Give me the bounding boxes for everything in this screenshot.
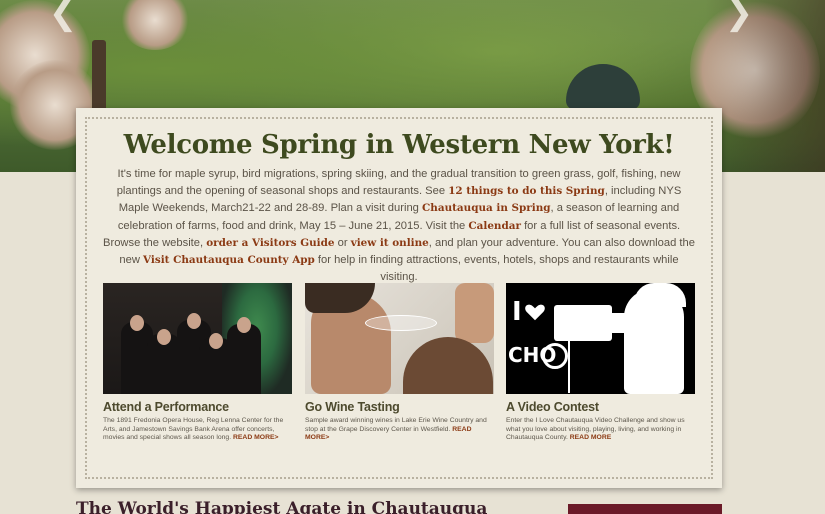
person-hat — [566, 64, 640, 110]
link-chautauqua-in-spring[interactable]: Chautauqua in Spring — [422, 202, 551, 214]
heart-icon — [525, 304, 545, 321]
link-calendar[interactable]: Calendar — [468, 220, 521, 232]
feature-description: Sample award winning wines in Lake Erie … — [305, 417, 494, 443]
feature-wine: Go Wine Tasting Sample award winning win… — [305, 283, 494, 443]
second-person-head — [403, 337, 493, 394]
hero-shade — [705, 0, 825, 172]
logo-text-cho: CHO — [508, 343, 557, 367]
feature-title[interactable]: Go Wine Tasting — [305, 400, 494, 414]
read-more-link[interactable]: READ MORE> — [233, 434, 279, 441]
cameraman — [624, 289, 684, 394]
band-member-head — [130, 315, 144, 331]
read-more-link[interactable]: READ MORE — [570, 434, 612, 441]
link-order-visitors-guide[interactable]: order a Visitors Guide — [206, 237, 334, 249]
blossom-cluster — [120, 0, 190, 50]
link-12-things[interactable]: 12 things to do this Spring — [448, 185, 605, 197]
band-member — [227, 324, 261, 394]
wine-tasting-photo[interactable] — [305, 283, 494, 394]
page-title: Welcome Spring in Western New York! — [123, 130, 675, 160]
link-view-online[interactable]: view it online — [351, 237, 429, 249]
next-slide-icon[interactable]: ❯ — [724, 0, 754, 30]
intro-paragraph: It's time for maple syrup, bird migratio… — [102, 166, 696, 286]
band-member-head — [237, 317, 251, 333]
feature-video: I CHO A Video Contest Enter the I Love C… — [506, 283, 695, 443]
hand — [455, 283, 494, 343]
feature-description: The 1891 Fredonia Opera House, Reg Lenna… — [103, 417, 292, 443]
link-visit-chautauqua-app[interactable]: Visit Chautauqua County App — [143, 254, 315, 266]
video-contest-photo[interactable]: I CHO — [506, 283, 695, 394]
wine-glass — [365, 315, 437, 331]
tripod — [568, 341, 570, 393]
feature-performance: Attend a Performance The 1891 Fredonia O… — [103, 283, 292, 443]
welcome-card: Welcome Spring in Western New York! It's… — [76, 108, 722, 488]
band-member-head — [209, 333, 223, 349]
feature-title[interactable]: Attend a Performance — [103, 400, 292, 414]
section-heading: The World's Happiest Agate in Chautauqua — [76, 500, 488, 514]
prev-slide-icon[interactable]: ❮ — [48, 0, 78, 30]
feature-description: Enter the I Love Chautauqua Video Challe… — [506, 417, 695, 443]
performance-photo[interactable] — [103, 283, 292, 394]
intro-text: for help in finding attractions, events,… — [314, 254, 679, 284]
sidebar-box — [568, 504, 722, 514]
intro-text: or — [334, 236, 351, 249]
logo-letter-i: I — [512, 297, 522, 327]
feature-title[interactable]: A Video Contest — [506, 400, 695, 414]
band-member-head — [157, 329, 171, 345]
band-member-head — [187, 313, 201, 329]
feature-list: Attend a Performance The 1891 Fredonia O… — [103, 283, 695, 463]
